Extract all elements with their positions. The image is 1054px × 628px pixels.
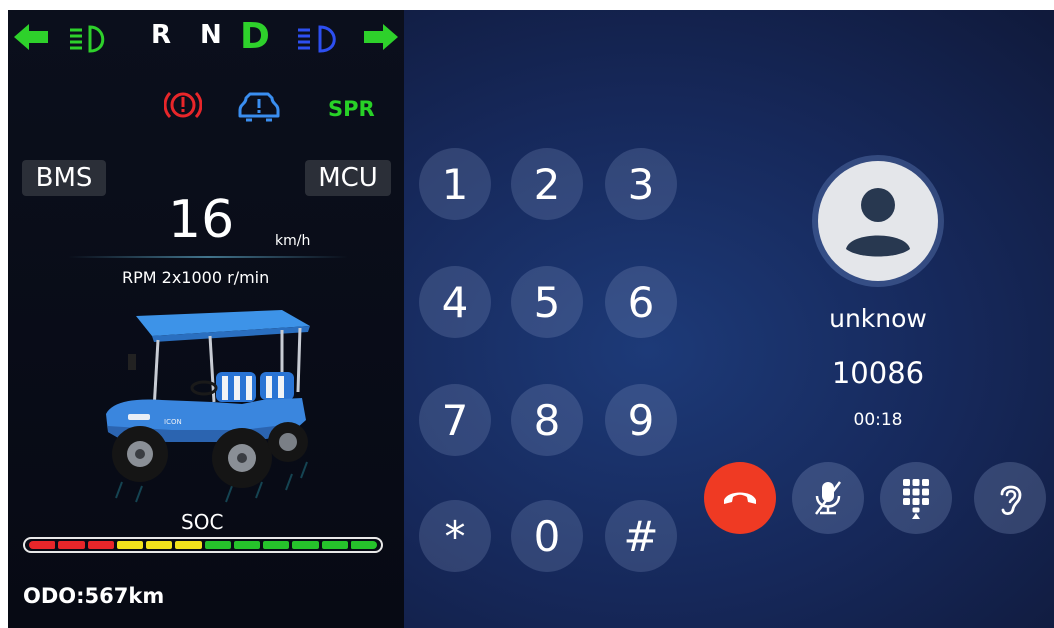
soc-segment: [87, 541, 114, 549]
caller-avatar-ring: [812, 155, 944, 287]
speed-value: 16: [168, 190, 235, 250]
gear-d-indicator: D: [240, 16, 270, 57]
keypad-key-4[interactable]: 4: [419, 266, 491, 338]
infotainment-screen: R N D SPR BMS MCU 16 km/h RPM 2x1000 r/m…: [8, 10, 1054, 628]
hang-up-button[interactable]: [704, 462, 776, 534]
keypad-key-5[interactable]: 5: [511, 266, 583, 338]
keypad-key-3[interactable]: 3: [605, 148, 677, 220]
right-turn-arrow-icon: [364, 24, 398, 50]
low-beam-icon: [70, 25, 105, 53]
soc-segment: [292, 541, 319, 549]
keypad-key-1[interactable]: 1: [419, 148, 491, 220]
brake-warning-icon: [164, 91, 202, 119]
hang-up-icon: [724, 492, 756, 504]
speed-unit: km/h: [275, 233, 311, 249]
keypad-key-8[interactable]: 8: [511, 384, 583, 456]
keypad-key-6[interactable]: 6: [605, 266, 677, 338]
svg-text:ICON: ICON: [164, 418, 182, 426]
soc-battery-bar: [23, 537, 383, 553]
earpiece-button[interactable]: [974, 462, 1046, 534]
soc-segment: [175, 541, 202, 549]
earpiece-icon: [1000, 485, 1022, 516]
soc-segment: [29, 541, 56, 549]
odometer: ODO:567km: [23, 584, 165, 608]
soc-segment: [321, 541, 348, 549]
call-duration: 00:18: [853, 410, 903, 430]
gear-n-indicator: N: [200, 20, 222, 50]
keypad-key-2[interactable]: 2: [511, 148, 583, 220]
keypad-key-0[interactable]: 0: [511, 500, 583, 572]
gear-r-indicator: R: [151, 20, 172, 50]
soc-segment: [263, 541, 290, 549]
soc-segment: [116, 541, 143, 549]
keypad-key-hash[interactable]: #: [605, 500, 677, 572]
golf-cart-image: ICON: [106, 310, 310, 503]
caller-number: 10086: [831, 356, 925, 390]
soc-label: SOC: [181, 510, 224, 534]
soc-segment: [233, 541, 260, 549]
mcu-button[interactable]: MCU: [305, 160, 391, 196]
dashboard-panel: R N D SPR BMS MCU 16 km/h RPM 2x1000 r/m…: [8, 10, 404, 628]
mute-microphone-icon: [815, 481, 841, 515]
dialpad-icon: [903, 479, 929, 519]
soc-segment: [146, 541, 173, 549]
soc-segment: [350, 541, 377, 549]
spr-indicator: SPR: [328, 97, 375, 121]
high-beam-icon: [298, 25, 336, 53]
caller-name: unknow: [829, 304, 927, 333]
keypad-key-9[interactable]: 9: [605, 384, 677, 456]
keypad-key-star[interactable]: *: [419, 500, 491, 572]
soc-segment: [204, 541, 231, 549]
keypad-key-7[interactable]: 7: [419, 384, 491, 456]
bms-button[interactable]: BMS: [22, 160, 106, 196]
soc-segment: [58, 541, 85, 549]
mute-button[interactable]: [792, 462, 864, 534]
dialpad-toggle-button[interactable]: [880, 462, 952, 534]
rpm-readout: RPM 2x1000 r/min: [122, 268, 270, 287]
left-turn-arrow-icon: [14, 24, 48, 50]
tire-pressure-warning-icon: [238, 92, 280, 122]
speed-divider: [68, 256, 348, 258]
caller-avatar-icon: [818, 161, 938, 281]
